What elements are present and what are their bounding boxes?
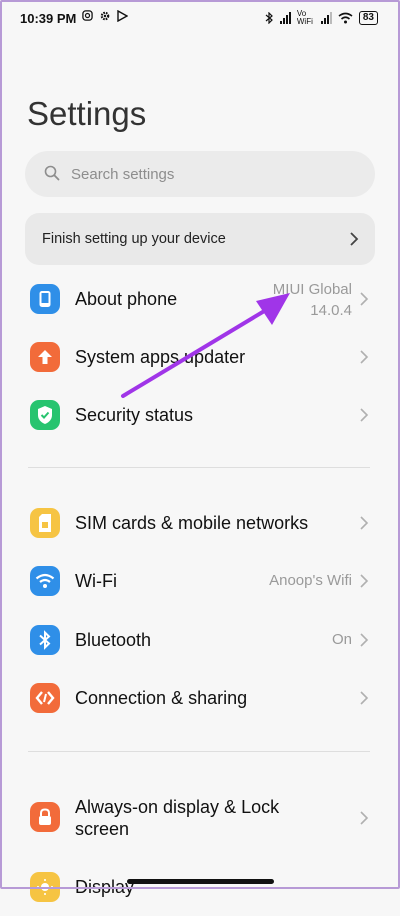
settings-item-always-on-display[interactable]: Always-on display & Lock screen bbox=[0, 787, 400, 849]
signal-icon-2 bbox=[320, 12, 332, 24]
finish-setup-banner[interactable]: Finish setting up your device bbox=[25, 213, 375, 265]
chevron-right-icon bbox=[350, 232, 359, 246]
bluetooth-state: On bbox=[331, 631, 352, 648]
chevron-right-icon bbox=[360, 633, 369, 647]
section-divider bbox=[28, 751, 370, 752]
connection-icon bbox=[30, 683, 60, 713]
settings-item-security-status[interactable]: Security status bbox=[0, 386, 400, 444]
chevron-right-icon bbox=[360, 574, 369, 588]
settings-item-connection-sharing[interactable]: Connection & sharing bbox=[0, 669, 400, 727]
signal-icon-1 bbox=[279, 12, 291, 24]
security-status-label: Security status bbox=[75, 405, 194, 425]
wifi-label: Wi-Fi bbox=[75, 571, 117, 591]
volte-label: Vo WiFi bbox=[296, 9, 313, 26]
chevron-right-icon bbox=[360, 350, 369, 364]
finish-setup-label: Finish setting up your device bbox=[42, 231, 226, 247]
always-on-display-label: Always-on display & Lock screen bbox=[75, 796, 279, 840]
search-icon bbox=[44, 165, 60, 181]
status-bar: 10:39 PM Vo WiFi 83 bbox=[0, 0, 400, 38]
shield-check-icon bbox=[30, 400, 60, 430]
wifi-icon bbox=[30, 566, 60, 596]
settings-item-display[interactable]: Display bbox=[0, 858, 400, 916]
chevron-right-icon bbox=[360, 811, 369, 825]
always-on-display-label-line1: Always-on display & Lock bbox=[75, 797, 280, 817]
chevron-right-icon bbox=[360, 691, 369, 705]
instagram-icon bbox=[82, 10, 93, 21]
sun-icon bbox=[30, 872, 60, 902]
miui-version-number: 14.0.4 bbox=[310, 302, 352, 319]
section-divider bbox=[28, 467, 370, 468]
chevron-right-icon bbox=[360, 408, 369, 422]
status-system-icons: Vo WiFi 83 bbox=[265, 10, 378, 26]
settings-item-sim-cards[interactable]: SIM cards & mobile networks bbox=[0, 494, 400, 552]
wifi-status-icon bbox=[338, 12, 353, 24]
phone-icon bbox=[30, 284, 60, 314]
bluetooth-status-icon bbox=[265, 12, 273, 24]
bluetooth-label: Bluetooth bbox=[75, 630, 152, 650]
home-indicator bbox=[127, 879, 274, 884]
gear-icon bbox=[100, 11, 110, 21]
screenshot-frame bbox=[0, 0, 400, 889]
miui-version-name: MIUI Global bbox=[272, 281, 352, 298]
wifi-network-name: Anoop's Wifi bbox=[269, 572, 352, 589]
battery-indicator: 83 bbox=[358, 11, 378, 25]
settings-item-system-apps-updater[interactable]: System apps updater bbox=[0, 328, 400, 386]
connection-sharing-label: Connection & sharing bbox=[75, 688, 248, 708]
settings-item-bluetooth[interactable]: Bluetooth On bbox=[0, 611, 400, 669]
display-label: Display bbox=[75, 877, 135, 897]
play-store-icon bbox=[117, 10, 128, 22]
about-phone-label: About phone bbox=[75, 289, 178, 309]
page-title: Settings bbox=[27, 95, 147, 132]
status-notification-icons bbox=[82, 10, 128, 22]
chevron-right-icon bbox=[360, 516, 369, 530]
search-input[interactable]: Search settings bbox=[25, 151, 375, 197]
miui-version: MIUI Global 14.0.4 bbox=[273, 279, 352, 321]
arrow-annotation bbox=[121, 293, 290, 398]
settings-item-about-phone[interactable]: About phone MIUI Global 14.0.4 bbox=[0, 270, 400, 328]
chevron-right-icon bbox=[360, 292, 369, 306]
search-placeholder: Search settings bbox=[71, 166, 175, 183]
bluetooth-icon bbox=[30, 625, 60, 655]
lock-icon bbox=[30, 802, 60, 832]
always-on-display-label-line2: screen bbox=[75, 819, 130, 839]
sim-cards-label: SIM cards & mobile networks bbox=[75, 513, 309, 533]
status-time: 10:39 PM bbox=[20, 11, 77, 26]
settings-item-wifi[interactable]: Wi-Fi Anoop's Wifi bbox=[0, 552, 400, 610]
system-apps-updater-label: System apps updater bbox=[75, 347, 246, 367]
arrow-up-icon bbox=[30, 342, 60, 372]
sim-card-icon bbox=[30, 508, 60, 538]
